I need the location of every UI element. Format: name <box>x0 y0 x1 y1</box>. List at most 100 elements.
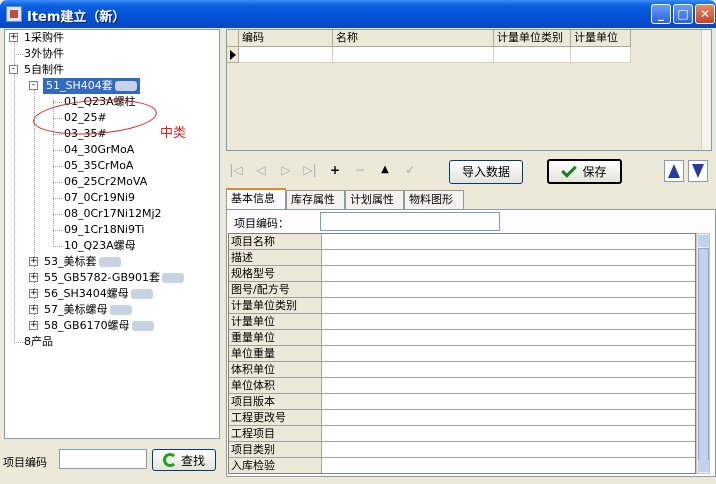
property-row[interactable]: 计量单位类别 <box>229 298 695 314</box>
property-value[interactable] <box>322 458 695 473</box>
grid-cell[interactable] <box>494 47 571 63</box>
property-row[interactable]: 计量单位 <box>229 314 695 330</box>
search-button[interactable]: 查找 <box>152 449 216 471</box>
import-data-button[interactable]: 导入数据 <box>449 160 523 184</box>
tab-planning[interactable]: 计划属性 <box>345 190 404 209</box>
grid-scrollbar[interactable] <box>701 30 711 150</box>
expand-icon[interactable]: + <box>29 289 38 298</box>
property-row[interactable]: 图号/配方号 <box>229 282 695 298</box>
collapse-icon[interactable]: - <box>29 81 38 90</box>
tab-inventory[interactable]: 库存属性 <box>286 190 345 209</box>
property-grid[interactable]: 项目名称 描述 规格型号 图号/配方号 计量单位类别 计量单位 重量单位 单位重… <box>228 233 696 474</box>
property-value[interactable] <box>322 314 695 329</box>
tree-item-label: 53_美标套 <box>44 255 97 268</box>
property-row[interactable]: 项目版本 <box>229 394 695 410</box>
property-name: 体积单位 <box>229 362 322 377</box>
property-name: 工程项目 <box>229 426 322 441</box>
annotation-label: 中类 <box>160 126 187 141</box>
property-row[interactable]: 工程项目 <box>229 426 695 442</box>
save-button-label: 保存 <box>582 164 607 179</box>
property-value[interactable] <box>322 298 695 313</box>
grid-cell[interactable] <box>239 47 333 63</box>
tree-item-label: 51_SH404套 <box>46 79 113 92</box>
add-icon[interactable]: + <box>327 162 343 178</box>
property-value[interactable] <box>322 426 695 441</box>
property-value[interactable] <box>322 442 695 457</box>
tree-item-label: 06_25Cr2MoVA <box>64 175 148 188</box>
tree-item-label: 09_1Cr18Ni9Ti <box>64 223 145 236</box>
grid-header-code[interactable]: 编码 <box>239 30 333 47</box>
property-row[interactable]: 入库检验 <box>229 458 695 473</box>
property-value[interactable] <box>322 282 695 297</box>
expand-icon[interactable]: + <box>9 33 18 42</box>
property-value[interactable] <box>322 250 695 265</box>
close-button[interactable]: ✕ <box>695 4 715 24</box>
scroll-down-icon[interactable] <box>698 460 709 472</box>
property-value[interactable] <box>322 410 695 425</box>
first-record-icon[interactable]: |◁ <box>228 162 244 178</box>
property-value[interactable] <box>322 266 695 281</box>
property-row[interactable]: 单位重量 <box>229 346 695 362</box>
item-code-label: 项目编码： <box>234 217 289 230</box>
property-row[interactable]: 工程更改号 <box>229 410 695 426</box>
move-up-icon[interactable]: ▲ <box>377 162 393 178</box>
property-value[interactable] <box>322 346 695 361</box>
tree-item-label: 57_美标螺母 <box>44 303 108 316</box>
scroll-up-icon[interactable] <box>698 235 709 247</box>
grid-header-name[interactable]: 名称 <box>333 30 494 47</box>
expand-icon[interactable]: + <box>29 305 38 314</box>
property-value[interactable] <box>322 362 695 377</box>
expand-icon[interactable]: + <box>29 321 38 330</box>
property-row[interactable]: 体积单位 <box>229 362 695 378</box>
next-record-icon[interactable]: ▷ <box>278 162 294 178</box>
tree-item-label: 1采购件 <box>24 31 64 44</box>
arrow-up-icon[interactable] <box>664 160 684 182</box>
tree-item-label: 3外协件 <box>24 47 64 60</box>
property-name: 描述 <box>229 250 322 265</box>
item-grid[interactable]: 编码 名称 计量单位类别 计量单位 <box>226 29 712 151</box>
expand-icon[interactable]: + <box>29 273 38 282</box>
property-value[interactable] <box>322 330 695 345</box>
property-name: 项目类别 <box>229 442 322 457</box>
grid-header-unit-category[interactable]: 计量单位类别 <box>494 30 571 47</box>
property-row[interactable]: 重量单位 <box>229 330 695 346</box>
maximize-button[interactable]: □ <box>673 4 693 24</box>
tab-material-graphic[interactable]: 物料图形 <box>404 190 464 209</box>
expand-icon[interactable]: + <box>29 257 38 266</box>
tree-item-label: 5自制件 <box>24 63 64 76</box>
property-name: 图号/配方号 <box>229 282 322 297</box>
property-row[interactable]: 项目类别 <box>229 442 695 458</box>
tree-item-label: 10_Q23A螺母 <box>64 239 136 252</box>
tree-item-label: 04_30GrMoA <box>64 143 135 156</box>
property-row[interactable]: 规格型号 <box>229 266 695 282</box>
grid-header-unit[interactable]: 计量单位 <box>571 30 631 47</box>
grid-corner <box>227 30 239 47</box>
tree-item-label: 55_GB5782-GB901套 <box>44 271 160 284</box>
property-scrollbar[interactable] <box>696 233 710 474</box>
annotation-circle <box>31 95 159 139</box>
tab-basic-info[interactable]: 基本信息 <box>226 188 286 209</box>
search-input[interactable] <box>59 449 147 469</box>
refresh-icon <box>162 453 177 467</box>
minimize-button[interactable]: _ <box>651 4 671 24</box>
collapse-icon[interactable]: - <box>9 65 18 74</box>
category-tree[interactable]: + 1采购件 3外协件 - 5自制件 - 51_SH404套 01_Q23A螺柱… <box>4 29 220 439</box>
grid-cell[interactable] <box>333 47 494 63</box>
property-row[interactable]: 项目名称 <box>229 234 695 250</box>
grid-cell[interactable] <box>571 47 631 63</box>
item-code-input[interactable] <box>320 212 500 231</box>
confirm-icon[interactable]: ✓ <box>402 162 418 178</box>
tree-line <box>14 38 15 343</box>
property-row[interactable]: 描述 <box>229 250 695 266</box>
property-value[interactable] <box>322 378 695 393</box>
property-value[interactable] <box>322 234 695 249</box>
prev-record-icon[interactable]: ◁ <box>253 162 269 178</box>
app-icon <box>6 6 22 22</box>
save-button[interactable]: 保存 <box>547 159 622 184</box>
delete-icon[interactable]: − <box>352 162 368 178</box>
property-value[interactable] <box>322 394 695 409</box>
last-record-icon[interactable]: ▷| <box>302 162 318 178</box>
scroll-thumb[interactable] <box>698 248 709 462</box>
property-row[interactable]: 单位体积 <box>229 378 695 394</box>
arrow-down-icon[interactable] <box>688 160 708 182</box>
